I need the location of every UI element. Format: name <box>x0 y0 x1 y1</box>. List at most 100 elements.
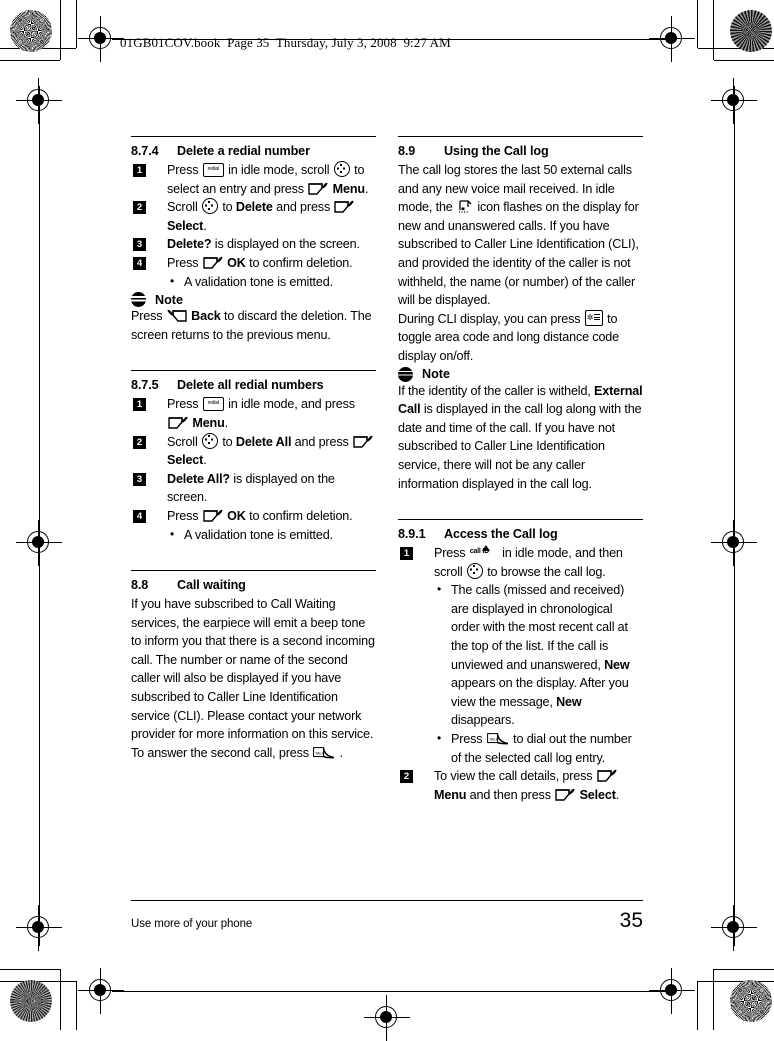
step-number: 1 <box>133 398 146 412</box>
trim-line <box>60 0 61 60</box>
step-text: Scroll to Delete and press Select. <box>167 198 355 233</box>
right-soft-key-icon <box>334 200 355 215</box>
right-column: 8.9 Using the Call log The call log stor… <box>398 136 643 804</box>
page-footer: Use more of your phone 35 <box>131 900 643 933</box>
step-text: Delete All? is displayed on the screen. <box>167 471 335 505</box>
navigation-scroll-icon <box>201 432 218 449</box>
step-bullet-list: A validation tone is emitted. <box>167 525 376 545</box>
registration-crosshair <box>649 968 695 1014</box>
step-text: Press redial in idle mode, and press Men… <box>167 397 355 430</box>
right-soft-key-icon <box>168 416 188 431</box>
section-number: 8.9.1 <box>398 527 426 542</box>
page-content: 8.7.4 Delete a redial number 1 Press redi… <box>131 136 643 804</box>
trim-line <box>714 969 774 970</box>
note-icon <box>131 292 146 308</box>
talk-key-icon: TALK <box>313 746 335 760</box>
call-id-key-label: call ID <box>469 547 490 555</box>
emphasis-text: Delete <box>235 200 273 215</box>
left-soft-key-icon <box>167 309 187 324</box>
steps-874: 1 Press redial in idle mode, scroll to se… <box>131 161 376 291</box>
step-number: 1 <box>400 547 413 561</box>
section-rule <box>131 370 376 372</box>
edge-guide-left <box>39 86 40 946</box>
starburst-mark-top-left <box>10 10 52 52</box>
navigation-scroll-icon <box>333 161 350 177</box>
note-heading-874: Note <box>131 292 376 308</box>
registration-crosshair <box>711 520 757 566</box>
step-number: 4 <box>133 256 146 270</box>
section-heading-874: 8.7.4 Delete a redial number <box>131 144 376 158</box>
step-number: 2 <box>133 435 146 449</box>
bullet-item: A validation tone is emitted. <box>167 272 376 292</box>
registration-crosshair <box>711 78 757 124</box>
footer-rule <box>131 900 643 901</box>
registration-crosshair <box>78 968 124 1014</box>
note-heading-89: Note <box>398 366 643 382</box>
step-bullet-list: The calls (missed and received) are disp… <box>434 580 643 767</box>
talk-key-icon: TALK <box>486 733 509 746</box>
section-title: Delete all redial numbers <box>177 378 324 393</box>
step-text: Delete? is displayed on the screen. <box>167 237 360 252</box>
registration-crosshair <box>364 995 410 1041</box>
trim-line <box>697 0 698 48</box>
emphasis-text: Menu <box>332 181 365 196</box>
section-number: 8.7.4 <box>131 144 159 158</box>
step-item: 1 Press redial in idle mode, scroll to se… <box>131 161 376 198</box>
section-title: Access the Call log <box>444 527 558 542</box>
left-column: 8.7.4 Delete a redial number 1 Press redi… <box>131 136 376 804</box>
step-text: Press redial in idle mode, scroll to sel… <box>167 161 369 197</box>
section-title: Using the Call log <box>444 144 549 158</box>
registration-crosshair <box>16 520 62 566</box>
emphasis-text: Menu <box>434 787 467 802</box>
registration-crosshair <box>711 905 757 951</box>
section-rule <box>131 570 376 572</box>
emphasis-text: Select <box>167 218 204 233</box>
emphasis-text: OK <box>227 508 246 523</box>
rip-header-text: 01GB01COV.book Page 35 Thursday, July 3,… <box>120 35 451 50</box>
footer-chapter-label: Use more of your phone <box>131 918 253 930</box>
step-item: 1 Press call ID in idle mode, and then sc… <box>398 544 643 767</box>
steps-875: 1 Press redial in idle mode, and press Me… <box>131 395 376 544</box>
note-label: Note <box>422 367 450 382</box>
edge-guide-right <box>734 86 735 946</box>
emphasis-text: OK <box>227 255 246 270</box>
right-soft-key-icon <box>597 769 617 784</box>
emphasis-text: New <box>556 694 582 709</box>
section-heading-89: 8.9 Using the Call log <box>398 144 643 158</box>
note-icon <box>398 366 413 382</box>
emphasis-text: Back <box>191 309 221 324</box>
section-title: Call waiting <box>177 578 246 593</box>
bullet-item: Press TALK to dial out the number of the… <box>434 729 643 767</box>
step-number: 2 <box>400 770 413 784</box>
trim-line <box>0 969 60 970</box>
emphasis-text: External Call <box>398 383 643 417</box>
svg-text:TALK: TALK <box>315 750 325 755</box>
step-number: 3 <box>133 472 146 486</box>
emphasis-text: Delete? <box>167 237 212 252</box>
right-soft-key-icon <box>308 182 329 197</box>
right-soft-key-icon <box>353 435 373 450</box>
starburst-mark-bottom-right <box>730 980 772 1022</box>
starburst-mark-bottom-left <box>10 980 52 1022</box>
step-text: Press OK to confirm deletion. <box>167 255 353 270</box>
section-rule <box>131 136 376 137</box>
registration-crosshair <box>649 16 695 62</box>
step-number: 1 <box>133 164 146 177</box>
edge-guide-bottom <box>112 991 672 992</box>
section-body-88: If you have subscribed to Call Waiting s… <box>131 597 375 760</box>
trim-line <box>0 60 60 61</box>
trim-line <box>698 981 774 982</box>
navigation-scroll-icon <box>201 198 218 215</box>
section-title: Delete a redial number <box>177 144 310 158</box>
trim-line <box>60 969 61 1030</box>
trim-line <box>697 981 698 1030</box>
section-rule <box>398 136 643 137</box>
call-id-key-icon: call ID <box>469 545 498 560</box>
steps-891: 1 Press call ID in idle mode, and then sc… <box>398 544 643 804</box>
step-text: Press call ID in idle mode, and then scr… <box>434 545 623 579</box>
step-item: 4 Press OK to confirm deletion. A validati… <box>131 254 376 291</box>
note-label: Note <box>155 292 183 307</box>
